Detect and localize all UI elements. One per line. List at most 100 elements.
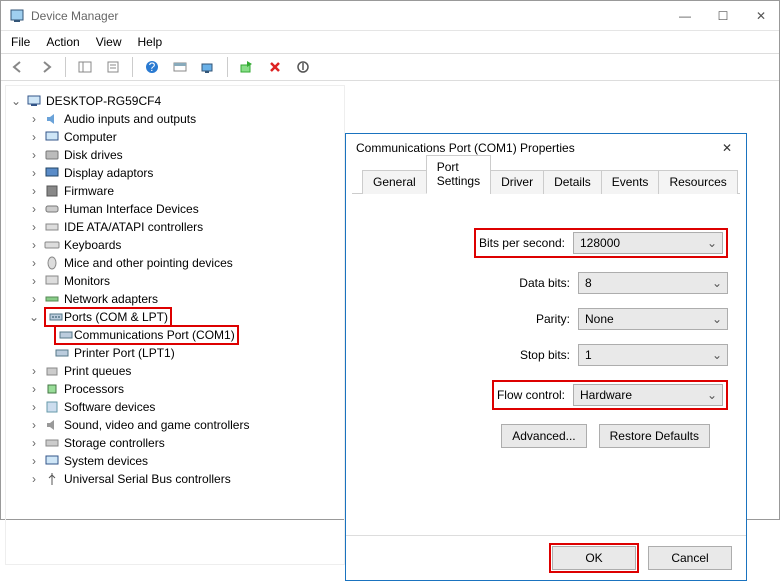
expand-icon[interactable]: › [28,472,40,486]
tree-item-label: IDE ATA/ATAPI controllers [64,220,203,234]
close-button[interactable]: ✕ [751,9,771,23]
field-flow-control: Flow control: Hardware ⌄ [364,380,728,410]
tab-details[interactable]: Details [543,170,602,194]
flow-control-select[interactable]: Hardware ⌄ [573,384,723,406]
expand-icon[interactable]: › [28,166,40,180]
expand-icon[interactable]: › [28,256,40,270]
menubar: File Action View Help [1,31,779,53]
collapse-icon[interactable]: ⌄ [28,310,40,324]
stop-bits-select[interactable]: 1 ⌄ [578,344,728,366]
expand-icon[interactable]: › [28,130,40,144]
monitor-icon [44,273,60,289]
update-driver-icon[interactable] [236,56,258,78]
menu-action[interactable]: Action [46,35,79,49]
expand-icon[interactable]: › [28,436,40,450]
disable-icon[interactable] [292,56,314,78]
tree-item-usb[interactable]: › Universal Serial Bus controllers [10,470,340,488]
dialog-close-button[interactable]: ✕ [718,141,736,155]
stop-bits-label: Stop bits: [520,348,570,362]
tree-root[interactable]: ⌄ DESKTOP-RG59CF4 [10,92,340,110]
tree-item-label: System devices [64,454,148,468]
parity-label: Parity: [536,312,570,326]
tree-item-label: Disk drives [64,148,123,162]
expand-icon[interactable]: › [28,274,40,288]
tree-item-storage[interactable]: ›Storage controllers [10,434,340,452]
show-hide-tree-icon[interactable] [74,56,96,78]
parity-value: None [585,312,614,326]
tree-item-software[interactable]: ›Software devices [10,398,340,416]
tree-item-computer[interactable]: ›Computer [10,128,340,146]
bits-per-second-label: Bits per second: [479,236,565,250]
chevron-down-icon: ⌄ [707,388,717,402]
action-icon[interactable] [169,56,191,78]
menu-view[interactable]: View [96,35,122,49]
disk-icon [44,147,60,163]
field-bits-per-second-highlight: Bits per second: 128000 ⌄ [474,228,728,258]
expand-icon[interactable]: › [28,400,40,414]
tree-item-label: Universal Serial Bus controllers [64,472,231,486]
tab-general[interactable]: General [362,170,427,194]
expand-icon[interactable]: › [28,418,40,432]
tree-item-keyboards[interactable]: ›Keyboards [10,236,340,254]
tree-item-ports[interactable]: ⌄ Ports (COM & LPT) [10,308,340,326]
bits-per-second-select[interactable]: 128000 ⌄ [573,232,723,254]
restore-defaults-button[interactable]: Restore Defaults [599,424,710,448]
device-tree[interactable]: ⌄ DESKTOP-RG59CF4 ›Audio inputs and outp… [5,85,345,565]
expand-icon[interactable]: › [28,454,40,468]
help-icon[interactable]: ? [141,56,163,78]
tree-item-monitors[interactable]: ›Monitors [10,272,340,290]
network-icon [44,291,60,307]
forward-icon[interactable] [35,56,57,78]
tree-item-network[interactable]: ›Network adapters [10,290,340,308]
tree-item-firmware[interactable]: ›Firmware [10,182,340,200]
collapse-icon[interactable]: ⌄ [10,94,22,108]
mouse-icon [44,255,60,271]
tree-item-processors[interactable]: ›Processors [10,380,340,398]
toolbar-sep [227,57,228,77]
tree-item-display[interactable]: › Display adaptors [10,164,340,182]
expand-icon[interactable]: › [28,220,40,234]
parity-select[interactable]: None ⌄ [578,308,728,330]
tab-events[interactable]: Events [601,170,660,194]
uninstall-icon[interactable] [264,56,286,78]
ok-button[interactable]: OK [552,546,636,570]
data-bits-select[interactable]: 8 ⌄ [578,272,728,294]
tree-item-ide[interactable]: › IDE ATA/ATAPI controllers [10,218,340,236]
tree-item-label: Display adaptors [64,166,153,180]
toolbar-sep [132,57,133,77]
scan-hardware-icon[interactable] [197,56,219,78]
expand-icon[interactable]: › [28,364,40,378]
advanced-button[interactable]: Advanced... [501,424,586,448]
expand-icon[interactable]: › [28,238,40,252]
firmware-icon [44,183,60,199]
tree-item-printqueues[interactable]: ›Print queues [10,362,340,380]
properties-icon[interactable] [102,56,124,78]
flow-control-label: Flow control: [497,388,565,402]
tree-item-disk[interactable]: › Disk drives [10,146,340,164]
tab-driver[interactable]: Driver [490,170,544,194]
minimize-button[interactable]: — [675,9,695,23]
tree-item-lpt1[interactable]: Printer Port (LPT1) [10,344,340,362]
tab-port-settings[interactable]: Port Settings [426,155,491,194]
expand-icon[interactable]: › [28,148,40,162]
maximize-button[interactable]: ☐ [713,9,733,23]
menu-file[interactable]: File [11,35,30,49]
tree-item-audio[interactable]: ›Audio inputs and outputs [10,110,340,128]
tree-item-mice[interactable]: ›Mice and other pointing devices [10,254,340,272]
expand-icon[interactable]: › [28,184,40,198]
expand-icon[interactable]: › [28,292,40,306]
back-icon[interactable] [7,56,29,78]
menu-help[interactable]: Help [138,35,163,49]
expand-icon[interactable]: › [28,112,40,126]
data-bits-label: Data bits: [519,276,570,290]
expand-icon[interactable]: › [28,202,40,216]
tab-resources[interactable]: Resources [658,170,737,194]
tree-item-hid[interactable]: ›Human Interface Devices [10,200,340,218]
tree-item-system[interactable]: › System devices [10,452,340,470]
cancel-button[interactable]: Cancel [648,546,732,570]
tree-item-sound[interactable]: ›Sound, video and game controllers [10,416,340,434]
dialog-title: Communications Port (COM1) Properties [356,141,718,155]
port-icon [48,309,64,325]
expand-icon[interactable]: › [28,382,40,396]
tree-item-com1[interactable]: Communications Port (COM1) [10,326,340,344]
